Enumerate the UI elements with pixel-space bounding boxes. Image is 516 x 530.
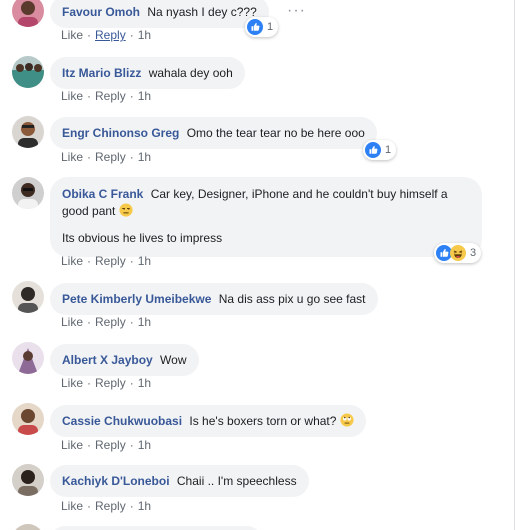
reply-button[interactable]: Reply bbox=[95, 254, 126, 268]
avatar[interactable] bbox=[12, 403, 44, 435]
comment-bubble: Kachiyk D'Loneboi Chaii .. I'm speechles… bbox=[50, 465, 309, 497]
comment-text: Na nyash I dey c??? bbox=[147, 5, 257, 19]
timestamp[interactable]: 1h bbox=[138, 315, 151, 329]
timestamp[interactable]: 1h bbox=[138, 499, 151, 513]
reply-button[interactable]: Reply bbox=[95, 28, 126, 42]
separator: · bbox=[87, 254, 92, 268]
comment-author[interactable]: Itz Mario Blizz bbox=[62, 66, 141, 80]
like-button[interactable]: Like bbox=[61, 89, 83, 103]
comment-bubble: Pete Kimberly Umeibekwe Na dis ass pix u… bbox=[50, 283, 378, 315]
reply-button[interactable]: Reply bbox=[95, 376, 126, 390]
comment-text-second-paragraph: Its obvious he lives to impress bbox=[62, 231, 223, 245]
unamused-face-emoji bbox=[119, 203, 133, 217]
comment-actions: Like · Reply · 1h bbox=[61, 315, 151, 329]
separator: · bbox=[129, 499, 134, 513]
comment-text: Omo the tear tear no be here ooo bbox=[186, 126, 365, 140]
comment-actions: Like · Reply · 1h bbox=[61, 89, 151, 103]
comment-bubble: Cassie Chukwuobasi Is he's boxers torn o… bbox=[50, 405, 366, 437]
comment-author[interactable]: Engr Chinonso Greg bbox=[62, 126, 179, 140]
separator: · bbox=[87, 89, 92, 103]
avatar[interactable] bbox=[12, 281, 44, 313]
comment-bubble: Itz Mario Blizz wahala dey ooh bbox=[50, 57, 245, 89]
separator: · bbox=[87, 499, 92, 513]
reaction-summary[interactable]: 1 bbox=[245, 17, 279, 37]
comment-author[interactable]: Kachiyk D'Loneboi bbox=[62, 474, 170, 488]
timestamp[interactable]: 1h bbox=[138, 150, 151, 164]
comment-text: wahala dey ooh bbox=[148, 66, 233, 80]
avatar[interactable] bbox=[12, 177, 44, 209]
separator: · bbox=[87, 315, 92, 329]
separator: · bbox=[87, 438, 92, 452]
avatar[interactable] bbox=[12, 524, 44, 530]
separator: · bbox=[129, 150, 134, 164]
comment-bubble: Albert X Jayboy Wow bbox=[50, 344, 199, 376]
reaction-summary[interactable]: 3 bbox=[434, 243, 482, 263]
comment-actions: Like · Reply · 1h bbox=[61, 28, 151, 42]
panel-border bbox=[514, 0, 515, 530]
comment-author[interactable]: Albert X Jayboy bbox=[62, 353, 153, 367]
timestamp[interactable]: 1h bbox=[138, 89, 151, 103]
comment-actions: Like · Reply · 1h bbox=[61, 376, 151, 390]
comment-text: Is he's boxers torn or what? bbox=[189, 414, 337, 428]
like-button[interactable]: Like bbox=[61, 376, 83, 390]
comment-text: Chaii .. I'm speechless bbox=[176, 474, 297, 488]
like-button[interactable]: Like bbox=[61, 150, 83, 164]
avatar[interactable] bbox=[12, 56, 44, 88]
reaction-count: 3 bbox=[470, 247, 477, 259]
comment-bubble bbox=[50, 526, 262, 530]
comment-bubble: Engr Chinonso Greg Omo the tear tear no … bbox=[50, 117, 377, 149]
separator: · bbox=[129, 315, 134, 329]
comment-author[interactable]: Favour Omoh bbox=[62, 5, 140, 19]
like-button[interactable]: Like bbox=[61, 438, 83, 452]
separator: · bbox=[87, 28, 92, 42]
like-button[interactable]: Like bbox=[61, 254, 83, 268]
avatar[interactable] bbox=[12, 116, 44, 148]
comment-text: Na dis ass pix u go see fast bbox=[218, 292, 366, 306]
separator: · bbox=[129, 254, 134, 268]
avatar[interactable] bbox=[12, 342, 44, 374]
avatar[interactable] bbox=[12, 0, 44, 27]
more-options-button[interactable]: ··· bbox=[287, 3, 306, 19]
like-button[interactable]: Like bbox=[61, 28, 83, 42]
comment-text: Wow bbox=[160, 353, 187, 367]
like-icon bbox=[247, 19, 263, 35]
reply-button[interactable]: Reply bbox=[95, 438, 126, 452]
reply-button[interactable]: Reply bbox=[95, 315, 126, 329]
reaction-count: 1 bbox=[267, 21, 274, 33]
comment-bubble: Obika C Frank Car key, Designer, iPhone … bbox=[50, 177, 482, 257]
comment-actions: Like · Reply · 1h bbox=[61, 254, 151, 268]
timestamp[interactable]: 1h bbox=[138, 254, 151, 268]
comment-actions: Like · Reply · 1h bbox=[61, 150, 151, 164]
like-icon bbox=[365, 142, 381, 158]
separator: · bbox=[129, 438, 134, 452]
comment-author[interactable]: Obika C Frank bbox=[62, 187, 143, 201]
comment-actions: Like · Reply · 1h bbox=[61, 438, 151, 452]
rolling-eyes-emoji bbox=[340, 413, 354, 427]
like-button[interactable]: Like bbox=[61, 315, 83, 329]
separator: · bbox=[129, 89, 134, 103]
reaction-summary[interactable]: 1 bbox=[363, 140, 397, 160]
comment-author[interactable]: Pete Kimberly Umeibekwe bbox=[62, 292, 211, 306]
separator: · bbox=[87, 150, 92, 164]
comment-actions: Like · Reply · 1h bbox=[61, 499, 151, 513]
avatar[interactable] bbox=[12, 464, 44, 496]
timestamp[interactable]: 1h bbox=[138, 376, 151, 390]
haha-icon bbox=[450, 245, 466, 261]
timestamp[interactable]: 1h bbox=[138, 28, 151, 42]
separator: · bbox=[129, 28, 134, 42]
separator: · bbox=[129, 376, 134, 390]
comment-author[interactable]: Cassie Chukwuobasi bbox=[62, 414, 182, 428]
reaction-count: 1 bbox=[385, 144, 392, 156]
reply-button[interactable]: Reply bbox=[95, 89, 126, 103]
separator: · bbox=[87, 376, 92, 390]
timestamp[interactable]: 1h bbox=[138, 438, 151, 452]
comment-bubble: Favour Omoh Na nyash I dey c??? bbox=[50, 0, 269, 28]
like-button[interactable]: Like bbox=[61, 499, 83, 513]
reply-button[interactable]: Reply bbox=[95, 499, 126, 513]
reply-button[interactable]: Reply bbox=[95, 150, 126, 164]
